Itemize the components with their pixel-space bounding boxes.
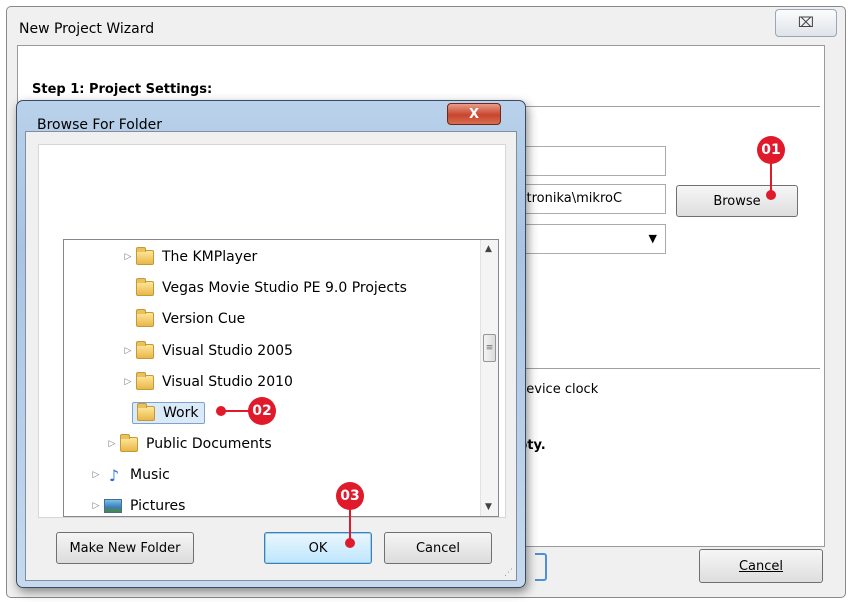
callout-02-dot xyxy=(216,406,226,416)
scroll-thumb[interactable]: ≡ xyxy=(483,334,496,362)
tree-item[interactable]: ▷ Public Documents xyxy=(104,429,272,459)
project-location-field[interactable]: ktronika\mikroC xyxy=(518,184,666,214)
step-title: Step 1: Project Settings: xyxy=(32,82,213,97)
wizard-cancel-button[interactable]: Cancel xyxy=(699,549,823,583)
tree-item-label: Work xyxy=(163,405,199,421)
chevron-down-icon: ▼ xyxy=(648,232,657,245)
wizard-close-button[interactable]: ⌧ xyxy=(775,9,837,37)
pictures-icon xyxy=(104,499,122,513)
grip-icon: ≡ xyxy=(485,343,494,353)
folder-icon xyxy=(137,402,155,421)
callout-01-line xyxy=(770,162,772,192)
folder-icon xyxy=(136,277,154,296)
tree-item[interactable]: Vegas Movie Studio PE 9.0 Projects xyxy=(136,273,407,303)
tree-item-label: Version Cue xyxy=(162,311,246,327)
folder-icon xyxy=(136,340,154,359)
tree-item-selected[interactable]: Work xyxy=(132,398,206,428)
close-icon: ⌧ xyxy=(797,15,815,31)
divider xyxy=(518,368,820,369)
callout-02: 02 xyxy=(248,397,276,425)
tree-item-label: Visual Studio 2005 xyxy=(162,343,293,359)
make-new-folder-label: Make New Folder xyxy=(69,540,181,556)
dialog-client-area: ▷ The KMPlayer Vegas Movie Studio PE 9.0… xyxy=(25,131,517,581)
browse-button[interactable]: Browse xyxy=(676,185,798,217)
scroll-up-icon[interactable]: ▲ xyxy=(485,244,492,254)
tree-item[interactable]: ▷ Visual Studio 2005 xyxy=(120,336,293,366)
tree-item-label: Visual Studio 2010 xyxy=(162,374,293,390)
callout-03: 03 xyxy=(336,482,364,510)
close-icon: X xyxy=(468,106,480,122)
tree-item[interactable]: ▷ ♪ Music xyxy=(88,460,170,490)
make-new-folder-button[interactable]: Make New Folder xyxy=(56,532,194,564)
tree-item-label: Music xyxy=(130,467,170,483)
tree-item-label: The KMPlayer xyxy=(162,249,258,265)
dialog-content-panel: ▷ The KMPlayer Vegas Movie Studio PE 9.0… xyxy=(38,144,506,518)
tree-item-label: Pictures xyxy=(130,498,186,514)
selection-highlight[interactable]: Work xyxy=(132,402,206,424)
tree-item-label: Public Documents xyxy=(146,436,272,452)
callout-01: 01 xyxy=(757,136,785,164)
ok-button[interactable]: OK xyxy=(264,532,372,564)
callout-03-line xyxy=(349,508,351,540)
tree-item[interactable]: ▷ Pictures xyxy=(88,491,186,516)
folder-icon xyxy=(136,246,154,265)
tree-scrollbar[interactable]: ▲ ≡ ▼ xyxy=(480,240,498,516)
expand-icon[interactable]: ▷ xyxy=(120,252,136,262)
callout-01-dot xyxy=(766,190,776,200)
callout-03-dot xyxy=(345,538,355,548)
device-select[interactable]: ▼ xyxy=(518,224,666,254)
music-icon: ♪ xyxy=(108,465,120,485)
device-clock-label: device clock xyxy=(518,382,599,397)
folder-tree[interactable]: ▷ The KMPlayer Vegas Movie Studio PE 9.0… xyxy=(63,239,499,517)
browse-for-folder-dialog: Browse For Folder X ▷ The KMPlayer Vegas… xyxy=(16,100,526,588)
folder-icon xyxy=(136,308,154,327)
wizard-cancel-label: Cancel xyxy=(738,558,784,574)
dialog-close-button[interactable]: X xyxy=(447,103,501,125)
project-name-field[interactable] xyxy=(518,146,666,176)
expand-icon[interactable]: ▷ xyxy=(88,501,104,511)
wizard-title: New Project Wizard xyxy=(19,21,155,37)
folder-icon xyxy=(120,433,138,452)
dialog-cancel-button[interactable]: Cancel xyxy=(384,532,492,564)
expand-icon[interactable]: ▷ xyxy=(104,439,120,449)
folder-icon xyxy=(136,371,154,390)
expand-icon[interactable]: ▷ xyxy=(88,470,104,480)
tree-item[interactable]: ▷ Visual Studio 2010 xyxy=(120,367,293,397)
tree-item[interactable]: ▷ The KMPlayer xyxy=(120,242,257,272)
next-button-edge[interactable] xyxy=(535,553,547,581)
tree-item-label: Vegas Movie Studio PE 9.0 Projects xyxy=(162,280,407,296)
resize-grip-icon[interactable]: ⋰ xyxy=(504,568,513,578)
callout-02-line xyxy=(222,410,250,412)
scroll-down-icon[interactable]: ▼ xyxy=(485,502,492,512)
expand-icon[interactable]: ▷ xyxy=(120,377,136,387)
expand-icon[interactable]: ▷ xyxy=(120,346,136,356)
tree-item[interactable]: Version Cue xyxy=(136,304,245,334)
